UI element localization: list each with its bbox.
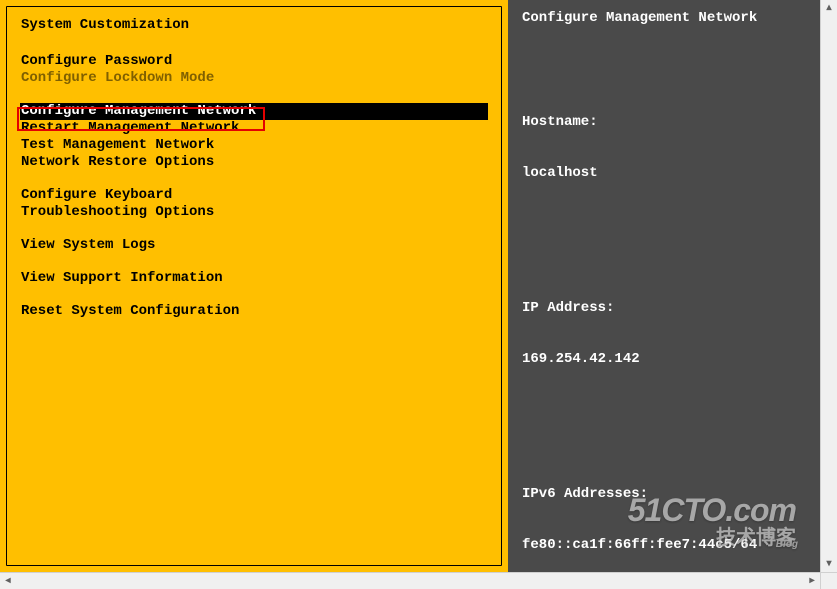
menu-troubleshooting-options[interactable]: Troubleshooting Options bbox=[21, 204, 487, 221]
menu-view-system-logs[interactable]: View System Logs bbox=[21, 237, 487, 254]
menu-configure-keyboard[interactable]: Configure Keyboard bbox=[21, 187, 487, 204]
detail-pane: Configure Management Network Hostname: l… bbox=[508, 0, 820, 572]
menu-test-management-network[interactable]: Test Management Network bbox=[21, 137, 487, 154]
menu-reset-system-configuration[interactable]: Reset System Configuration bbox=[21, 303, 487, 320]
menu-configure-password[interactable]: Configure Password bbox=[21, 53, 487, 70]
vertical-scrollbar[interactable]: ▴ ▾ bbox=[820, 0, 837, 572]
left-pane-title: System Customization bbox=[7, 7, 501, 53]
detail-pane-title: Configure Management Network bbox=[508, 0, 820, 46]
hostname-value: localhost bbox=[522, 165, 806, 182]
scroll-corner bbox=[820, 572, 837, 589]
scroll-up-icon[interactable]: ▴ bbox=[821, 0, 837, 16]
v-scroll-track[interactable] bbox=[821, 16, 837, 556]
system-customization-menu: Configure Password Configure Lockdown Mo… bbox=[7, 53, 501, 320]
h-scroll-track[interactable] bbox=[16, 573, 804, 589]
horizontal-scrollbar[interactable]: ◂ ▸ bbox=[0, 572, 820, 589]
ipv6-address-value: fe80::ca1f:66ff:fee7:44c5/64 bbox=[522, 537, 806, 554]
system-customization-pane: System Customization Configure Password … bbox=[0, 0, 508, 572]
scroll-left-icon[interactable]: ◂ bbox=[0, 573, 16, 589]
scroll-right-icon[interactable]: ▸ bbox=[804, 573, 820, 589]
hostname-label: Hostname: bbox=[522, 114, 806, 131]
menu-configure-management-network[interactable]: Configure Management Network bbox=[20, 103, 488, 120]
menu-view-support-information[interactable]: View Support Information bbox=[21, 270, 487, 287]
menu-configure-lockdown-mode[interactable]: Configure Lockdown Mode bbox=[21, 70, 487, 87]
ip-address-value: 169.254.42.142 bbox=[522, 351, 806, 368]
menu-restart-management-network[interactable]: Restart Management Network bbox=[21, 120, 487, 137]
scroll-down-icon[interactable]: ▾ bbox=[821, 556, 837, 572]
ip-address-label: IP Address: bbox=[522, 300, 806, 317]
ipv6-address-label: IPv6 Addresses: bbox=[522, 486, 806, 503]
menu-network-restore-options[interactable]: Network Restore Options bbox=[21, 154, 487, 171]
